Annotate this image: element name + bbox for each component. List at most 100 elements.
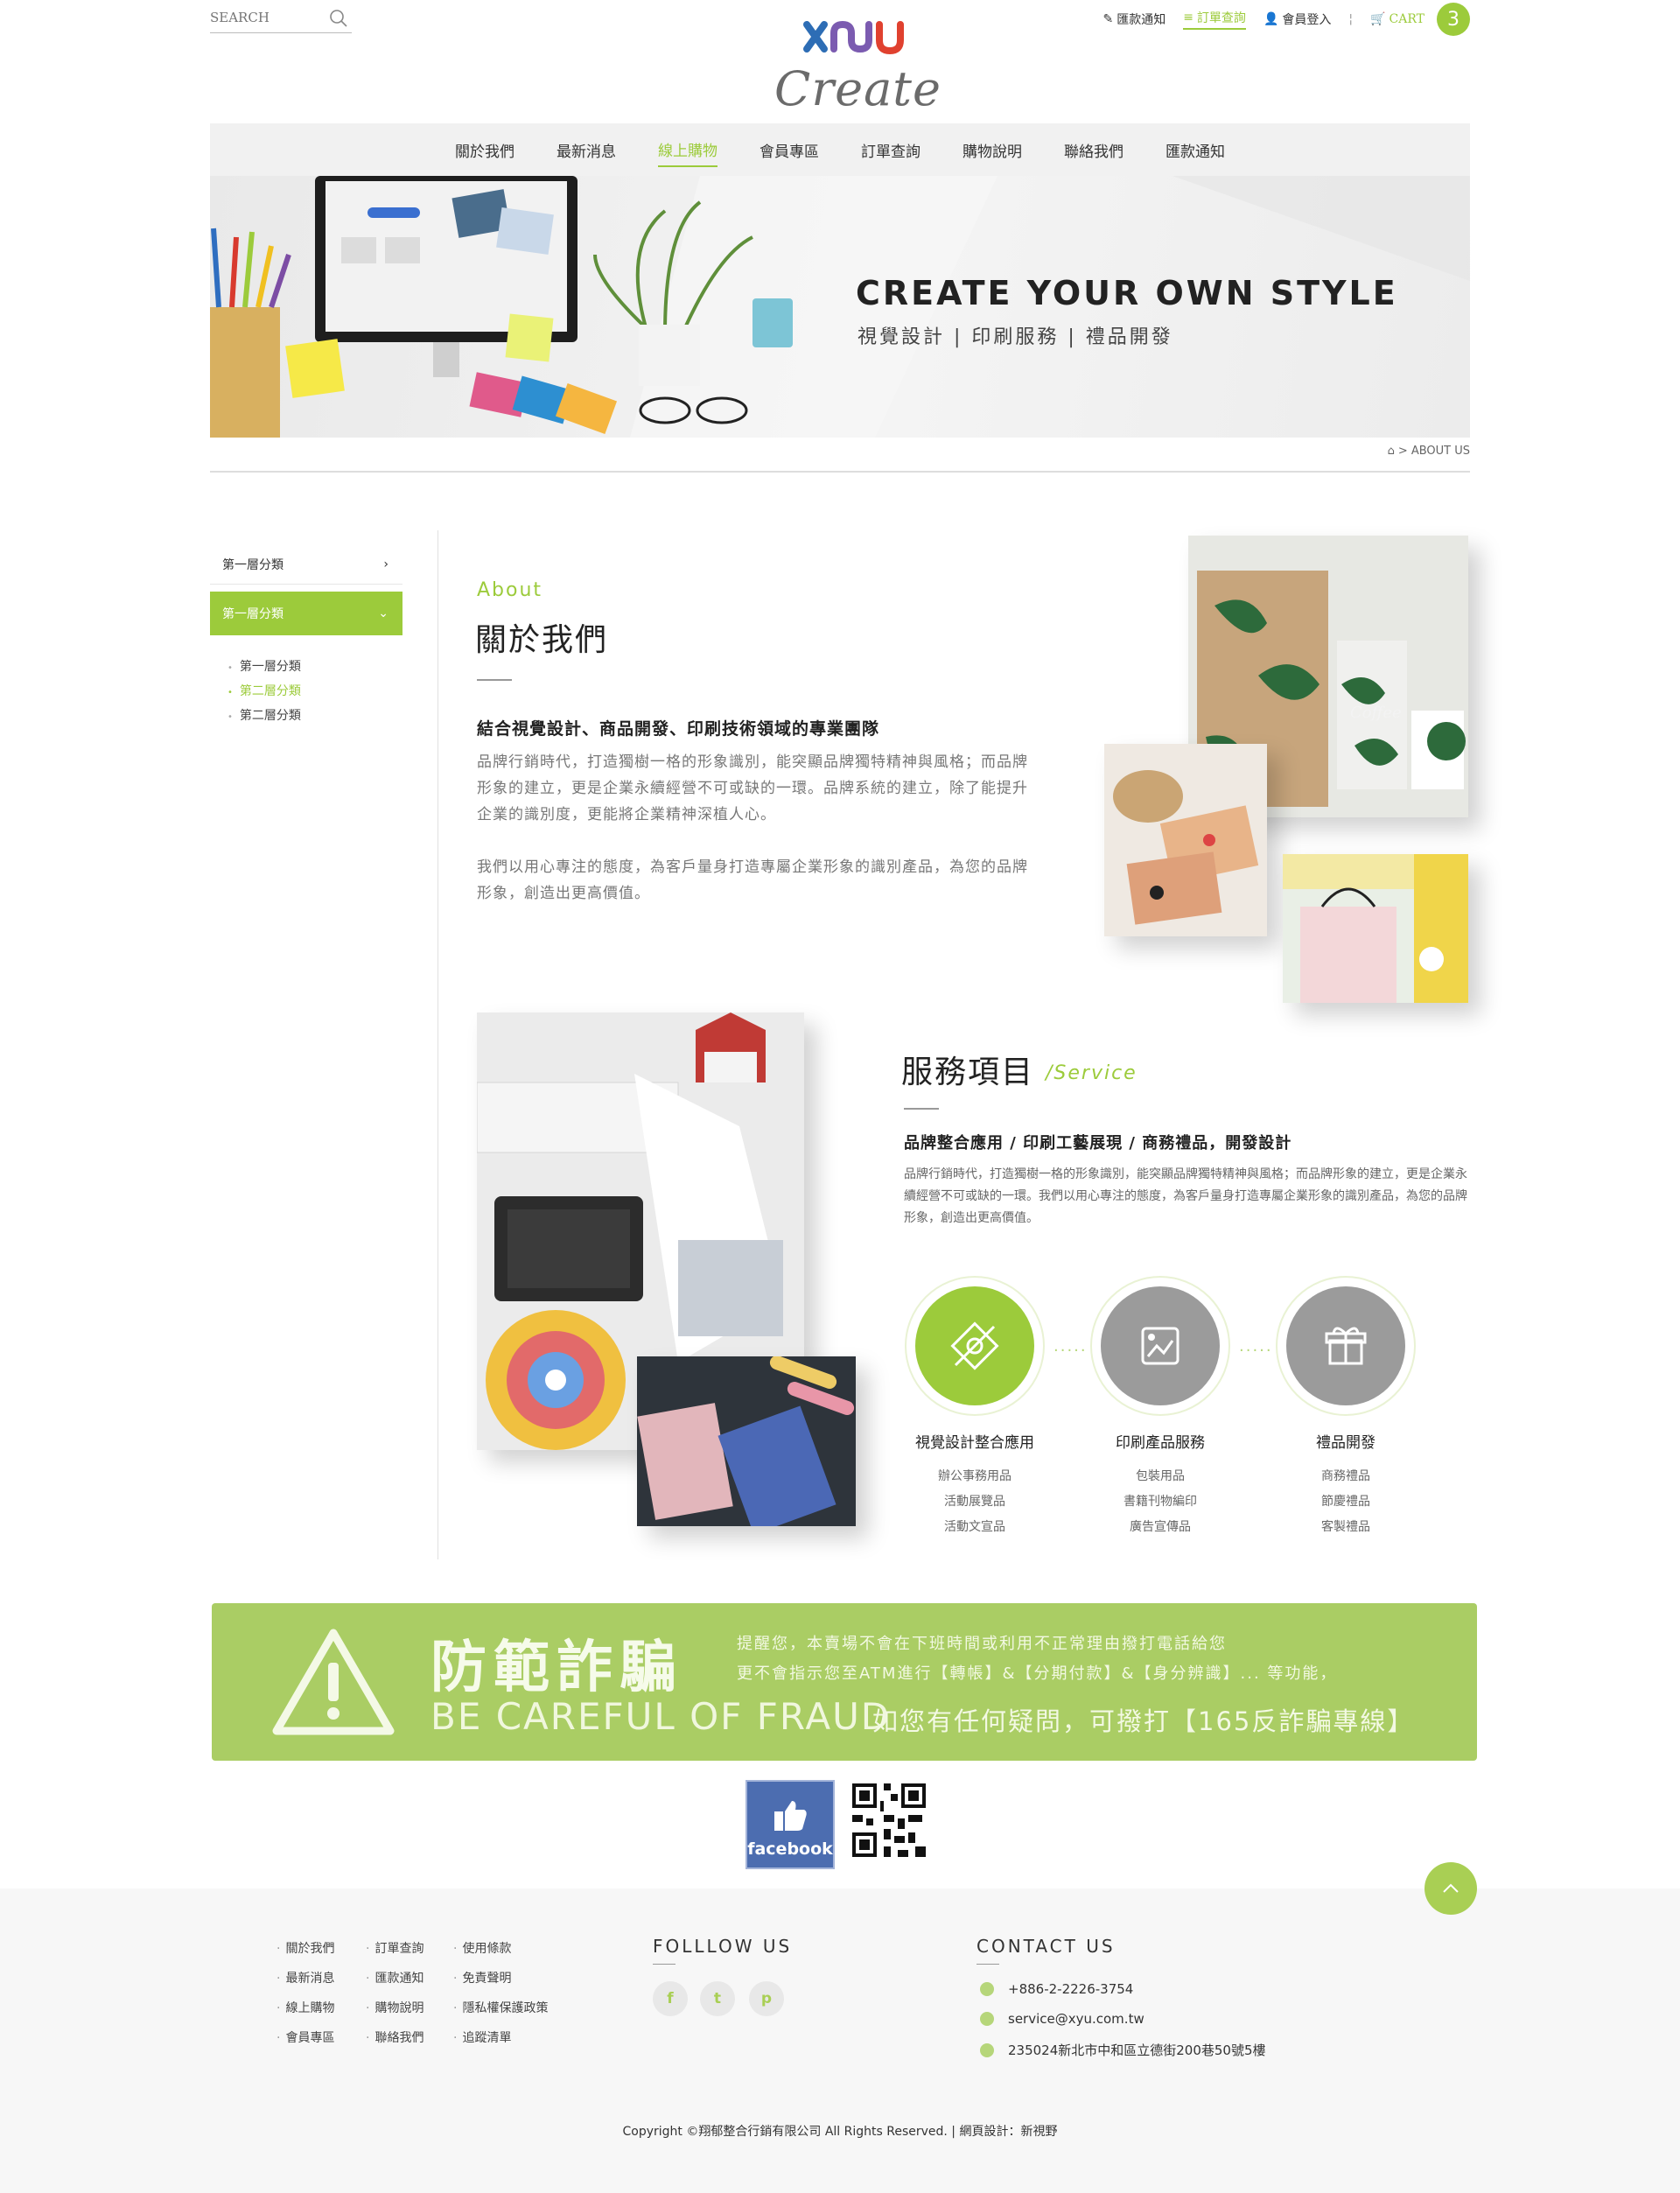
about-heading: 結合視覺設計、商品開發、印刷技術領域的專業團隊 — [477, 719, 880, 739]
footer-link[interactable]: 線上購物 — [276, 1993, 334, 2023]
copyright: Copyright ©翔郁整合行銷有限公司 All Rights Reserve… — [622, 2125, 1058, 2139]
divider — [210, 471, 1470, 473]
sidebar-category-label: 第一層分類 — [222, 607, 284, 621]
home-icon[interactable]: ⌂ — [1388, 445, 1395, 458]
fraud-title: 防範詐騙 — [430, 1636, 682, 1700]
top-link-remittance[interactable]: ✎ 匯款通知 — [1102, 11, 1166, 28]
facebook-icon[interactable]: f — [653, 1981, 688, 2016]
sidebar-category[interactable]: 第一層分類 › — [210, 544, 402, 585]
nav-item-contact[interactable]: 聯絡我們 — [1064, 134, 1124, 166]
twitter-icon[interactable]: t — [700, 1981, 735, 2016]
service-column-design: 視覺設計整合應用 辦公事務用品 活動展覽品 活動文宣品 — [887, 1430, 1062, 1540]
cart-icon: 🛒 — [1370, 12, 1386, 26]
footer-link[interactable]: 隱私權保護政策 — [453, 1993, 548, 2023]
pinterest-icon[interactable]: p — [749, 1981, 784, 2016]
footer-link[interactable]: 購物說明 — [366, 1993, 424, 2023]
service-circle-design[interactable] — [905, 1276, 1045, 1416]
footer-link[interactable]: 使用條款 — [453, 1934, 548, 1964]
sidebar-category-active[interactable]: 第一層分類 ⌄ — [210, 592, 402, 635]
breadcrumb-current: ABOUT US — [1410, 445, 1470, 458]
main-nav: 關於我們 最新消息 線上購物 會員專區 訂單查詢 購物說明 聯絡我們 匯款通知 — [210, 123, 1470, 176]
cart-link[interactable]: 🛒 CART — [1370, 12, 1424, 26]
print-icon — [1141, 1327, 1180, 1365]
service-paragraph: 品牌行銷時代，打造獨樹一格的形象識別，能突顯品牌獨特精神與風格；而品牌形象的建立… — [904, 1167, 1467, 1225]
service-item: 節慶禮品 — [1321, 1495, 1370, 1509]
service-column-gift: 禮品開發 商務禮品 節慶禮品 客製禮品 — [1258, 1430, 1433, 1540]
top-links: ✎ 匯款通知 ≡ 訂單查詢 👤 會員登入 ¦ 🛒 CART 3 — [1102, 2, 1470, 37]
breadcrumb: ⌂ > ABOUT US — [1388, 445, 1470, 458]
footer-link[interactable]: 匯款通知 — [366, 1964, 424, 1993]
email-address[interactable]: service@xyu.com.tw — [1008, 2011, 1144, 2027]
top-link-orders[interactable]: ≡ 訂單查詢 — [1183, 9, 1246, 30]
pen-icon: ✎ — [1102, 12, 1114, 26]
fraud-title-en: BE CAREFUL OF FRAUD — [430, 1695, 892, 1738]
service-column-print: 印刷產品服務 包裝用品 書籍刊物編印 廣告宣傳品 — [1073, 1430, 1248, 1540]
category-sidebar: 第一層分類 › 第一層分類 ⌄ 第一層分類 第二層分類 第二層分類 — [210, 544, 402, 728]
divider: ¦ — [1348, 12, 1354, 26]
contact-phone: +886-2-2226-3754 — [980, 1981, 1133, 1997]
footer-link[interactable]: 關於我們 — [276, 1934, 334, 1964]
service-circle-gift[interactable] — [1276, 1276, 1416, 1416]
hero-banner: CREATE YOUR OWN STYLE 視覺設計 | 印刷服務 | 禮品開發 — [210, 176, 1470, 438]
sidebar-subcategory-active[interactable]: 第二層分類 — [228, 679, 402, 704]
contact-email: service@xyu.com.tw — [980, 2011, 1144, 2027]
sidebar-subcategories: 第一層分類 第二層分類 第二層分類 — [210, 655, 402, 728]
contact-us-title: CONTACT US — [976, 1936, 1116, 1957]
top-link-label: 訂單查詢 — [1196, 11, 1246, 25]
back-to-top-button[interactable] — [1424, 1862, 1477, 1915]
fraud-text: 更不會指示您至ATM進行【轉帳】&【分期付款】&【身分辨識】... 等功能， — [737, 1664, 1338, 1683]
service-icon-bg — [1101, 1286, 1220, 1405]
banner-title: CREATE YOUR OWN STYLE — [856, 274, 1398, 312]
logo-mark — [803, 20, 904, 55]
footer-link[interactable]: 追蹤清單 — [453, 2023, 548, 2053]
footer-link[interactable]: 訂單查詢 — [366, 1934, 424, 1964]
service-icon-bg — [1286, 1286, 1405, 1405]
service-heading: 品牌整合應用 / 印刷工藝展現 / 商務禮品，開發設計 — [904, 1134, 1292, 1153]
location-icon — [980, 2042, 994, 2057]
sidebar-subcategory[interactable]: 第一層分類 — [228, 655, 402, 679]
address: 235024新北市中和區立德街200巷50號5樓 — [1008, 2042, 1266, 2058]
service-item: 活動文宣品 — [944, 1520, 1005, 1534]
service-item: 廣告宣傳品 — [1130, 1520, 1191, 1534]
connector-dots: ····· — [1239, 1342, 1273, 1360]
top-link-label: 匯款通知 — [1116, 13, 1166, 27]
nav-item-member[interactable]: 會員專區 — [760, 134, 819, 166]
list-icon: ≡ — [1183, 11, 1194, 25]
about-paragraph: 品牌行銷時代，打造獨樹一格的形象識別，能突顯品牌獨特精神與風格；而品牌形象的建立… — [477, 753, 1028, 823]
follow-us-title: FOLLLOW US — [653, 1936, 793, 1957]
footer-links-col1: 關於我們 最新消息 線上購物 會員專區 — [276, 1934, 334, 2053]
nav-item-orders[interactable]: 訂單查詢 — [861, 134, 920, 166]
search-box[interactable] — [210, 5, 352, 33]
logo[interactable]: Create — [766, 16, 958, 116]
footer-links-col2: 訂單查詢 匯款通知 購物說明 聯絡我們 — [366, 1934, 424, 2053]
footer-link[interactable]: 聯絡我們 — [366, 2023, 424, 2053]
facebook-badge[interactable]: facebook — [746, 1780, 835, 1869]
connector-dots: ····· — [1054, 1342, 1088, 1360]
nav-item-about[interactable]: 關於我們 — [455, 134, 514, 166]
footer — [0, 1888, 1680, 2193]
footer-link[interactable]: 會員專區 — [276, 2023, 334, 2053]
service-column-title: 印刷產品服務 — [1116, 1434, 1205, 1452]
search-icon[interactable] — [329, 9, 348, 28]
top-link-login[interactable]: 👤 會員登入 — [1264, 11, 1331, 28]
sidebar-subcategory[interactable]: 第二層分類 — [228, 704, 402, 728]
chevron-right-icon: › — [383, 557, 388, 571]
design-tools-icon — [950, 1321, 999, 1370]
phone-icon — [980, 1982, 994, 1996]
footer-link[interactable]: 免責聲明 — [453, 1964, 548, 1993]
contact-address: 235024新北市中和區立德街200巷50號5樓 — [980, 2041, 1266, 2059]
thumbs-up-icon — [774, 1801, 807, 1831]
warning-icon — [272, 1629, 395, 1735]
fraud-hotline: 如您有任何疑問，可撥打【165反詐騙專線】 — [872, 1706, 1415, 1736]
colour-swatch-illustration — [637, 1356, 856, 1526]
service-circle-print[interactable] — [1090, 1276, 1230, 1416]
gift-bag-photo — [1283, 854, 1468, 1003]
footer-link[interactable]: 最新消息 — [276, 1964, 334, 1993]
cart-count-badge[interactable]: 3 — [1437, 3, 1470, 36]
phone-number[interactable]: +886-2-2226-3754 — [1008, 1981, 1133, 1997]
nav-item-remittance[interactable]: 匯款通知 — [1166, 134, 1225, 166]
nav-item-shopping-guide[interactable]: 購物說明 — [962, 134, 1022, 166]
nav-item-news[interactable]: 最新消息 — [556, 134, 616, 166]
nav-item-shop[interactable]: 線上購物 — [658, 133, 718, 167]
search-input[interactable] — [210, 5, 324, 30]
